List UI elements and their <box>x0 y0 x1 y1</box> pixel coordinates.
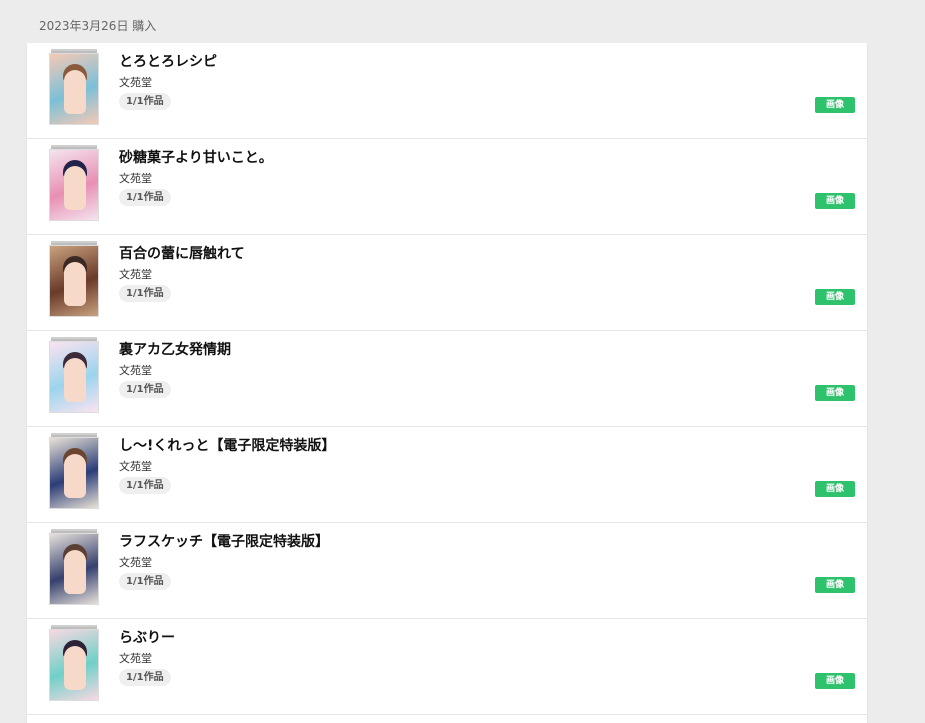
purchase-list: とろとろレシピ 文苑堂 1/1作品 画像 砂糖菓子より甘いこと。 文苑堂 1/1… <box>27 43 867 723</box>
publisher-name: 文苑堂 <box>119 364 152 377</box>
list-item[interactable]: し〜!くれっと【電子限定特装版】 文苑堂 1/1作品 画像 <box>27 427 867 523</box>
list-item[interactable]: とろとろレシピ 文苑堂 1/1作品 画像 <box>27 43 867 139</box>
volume-count-badge: 1/1作品 <box>119 381 171 398</box>
cover-image <box>49 53 99 125</box>
book-cover-thumbnail[interactable] <box>49 145 99 223</box>
cover-figure <box>64 262 86 306</box>
publisher-name: 文苑堂 <box>119 460 152 473</box>
book-cover-thumbnail[interactable] <box>49 625 99 703</box>
cover-image <box>49 533 99 605</box>
cover-image <box>49 629 99 701</box>
format-badge: 画像 <box>815 289 855 305</box>
format-badge: 画像 <box>815 97 855 113</box>
publisher-name: 文苑堂 <box>119 268 152 281</box>
format-badge: 画像 <box>815 385 855 401</box>
book-title[interactable]: 砂糖菓子より甘いこと。 <box>119 147 273 167</box>
list-item[interactable]: 百合の蕾に唇触れて 文苑堂 1/1作品 画像 <box>27 235 867 331</box>
book-title[interactable]: し〜!くれっと【電子限定特装版】 <box>119 435 335 455</box>
book-title[interactable]: 百合の蕾に唇触れて <box>119 243 245 263</box>
format-badge: 画像 <box>815 193 855 209</box>
list-item[interactable]: 砂糖菓子より甘いこと。 文苑堂 1/1作品 画像 <box>27 139 867 235</box>
book-cover-thumbnail[interactable] <box>49 241 99 319</box>
book-cover-thumbnail[interactable] <box>49 49 99 127</box>
format-badge: 画像 <box>815 673 855 689</box>
format-badge: 画像 <box>815 481 855 497</box>
cover-image <box>49 245 99 317</box>
cover-figure <box>64 454 86 498</box>
purchase-date-heading: 2023年3月26日 購入 <box>39 19 157 33</box>
book-title[interactable]: とろとろレシピ <box>119 51 217 71</box>
cover-figure <box>64 550 86 594</box>
cover-image <box>49 341 99 413</box>
volume-count-badge: 1/1作品 <box>119 285 171 302</box>
volume-count-badge: 1/1作品 <box>119 573 171 590</box>
cover-figure <box>64 358 86 402</box>
volume-count-badge: 1/1作品 <box>119 477 171 494</box>
publisher-name: 文苑堂 <box>119 652 152 665</box>
format-badge: 画像 <box>815 577 855 593</box>
list-item[interactable]: らぶりー 文苑堂 1/1作品 画像 <box>27 619 867 715</box>
book-cover-thumbnail[interactable] <box>49 433 99 511</box>
cover-figure <box>64 70 86 114</box>
list-item[interactable]: ラフスケッチ【電子限定特装版】 文苑堂 1/1作品 画像 <box>27 523 867 619</box>
cover-figure <box>64 166 86 210</box>
book-cover-thumbnail[interactable] <box>49 529 99 607</box>
volume-count-badge: 1/1作品 <box>119 93 171 110</box>
list-item[interactable]: 裏アカ乙女発情期 文苑堂 1/1作品 画像 <box>27 331 867 427</box>
cover-image <box>49 437 99 509</box>
volume-count-badge: 1/1作品 <box>119 669 171 686</box>
publisher-name: 文苑堂 <box>119 556 152 569</box>
book-title[interactable]: らぶりー <box>119 627 175 647</box>
cover-image <box>49 149 99 221</box>
book-title[interactable]: 裏アカ乙女発情期 <box>119 339 231 359</box>
publisher-name: 文苑堂 <box>119 76 152 89</box>
book-cover-thumbnail[interactable] <box>49 337 99 415</box>
publisher-name: 文苑堂 <box>119 172 152 185</box>
cover-figure <box>64 646 86 690</box>
volume-count-badge: 1/1作品 <box>119 189 171 206</box>
book-title[interactable]: ラフスケッチ【電子限定特装版】 <box>119 531 329 551</box>
